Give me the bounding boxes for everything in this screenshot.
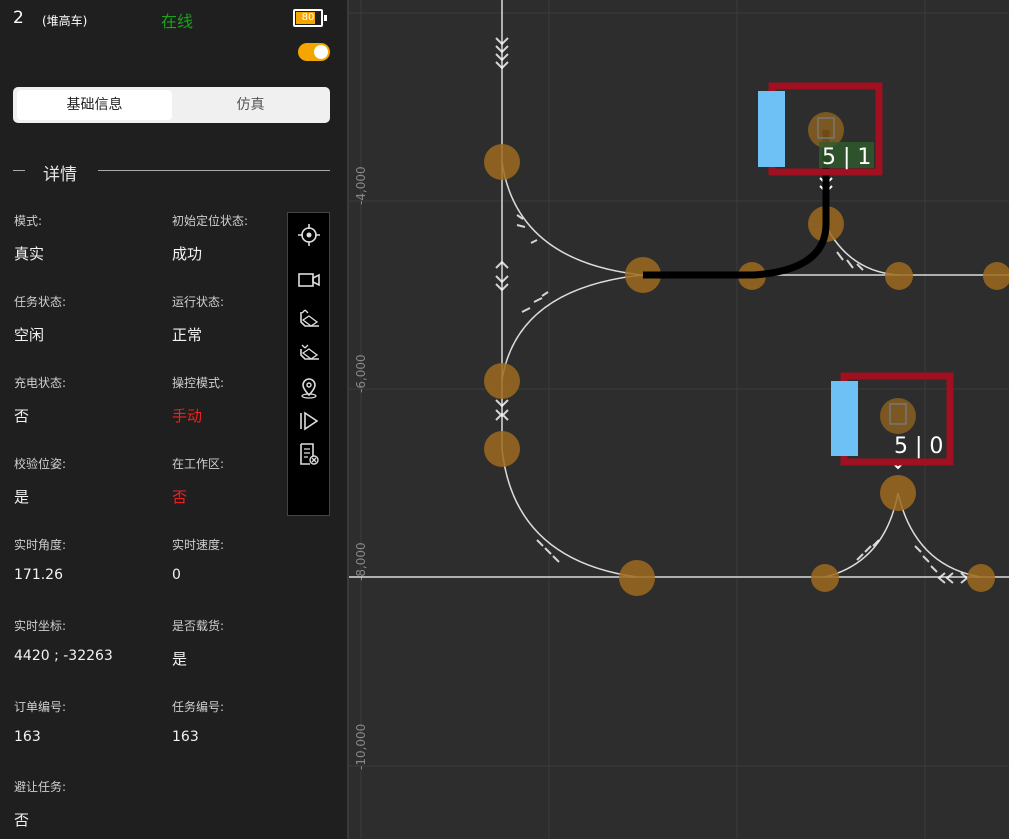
axis-tick-label: -6,000 (354, 354, 368, 393)
forklift-up-icon[interactable] (297, 308, 321, 332)
map-node (885, 262, 913, 290)
detail-label-avoid-task: 避让任务: (14, 780, 67, 794)
axis-tick-label: -8,000 (354, 542, 368, 581)
map-node (880, 475, 916, 511)
section-divider-right (98, 170, 330, 171)
detail-label-task-state: 任务状态: (14, 295, 67, 309)
path-curve (501, 274, 644, 381)
detail-label-init-locate: 初始定位状态: (172, 214, 249, 228)
axis-tick-label: -4,000 (354, 166, 368, 205)
vehicle-label: 5 | 1 (822, 145, 871, 170)
map-node (619, 560, 655, 596)
path-curve (501, 448, 638, 578)
direction-chevron (516, 214, 538, 244)
axis-tick-label: -10,000 (354, 724, 368, 770)
detail-value-charging: 否 (14, 407, 30, 425)
direction-chevron (856, 539, 880, 561)
play-step-icon[interactable] (297, 409, 321, 433)
map-node (484, 144, 520, 180)
detail-value-angle: 171.26 (14, 567, 63, 583)
detail-label-coords: 实时坐标: (14, 619, 67, 633)
detail-value-in-workzone: 否 (172, 488, 188, 506)
planned-route (643, 130, 830, 279)
map-node (983, 262, 1009, 290)
vehicle-label: 5 | 0 (894, 434, 943, 459)
map-toolbar (287, 212, 330, 516)
tab-basic-info[interactable]: 基础信息 (17, 90, 172, 120)
detail-value-run-state: 正常 (172, 326, 203, 344)
detail-label-angle: 实时角度: (14, 538, 67, 552)
detail-label-order-no: 订单编号: (14, 700, 67, 714)
vehicle-type: (堆高车) (42, 14, 88, 28)
detail-value-avoid-task: 否 (14, 811, 30, 829)
map-nodes (484, 144, 1009, 596)
vehicle-enable-toggle[interactable] (298, 43, 330, 61)
document-cancel-icon[interactable] (297, 442, 321, 466)
detail-label-control-mode: 操控模式: (172, 376, 225, 390)
detail-value-order-no: 163 (14, 729, 41, 745)
detail-label-run-state: 运行状态: (172, 295, 225, 309)
detail-value-coords: 4420 ; -32263 (14, 648, 113, 664)
section-title: 详情 (43, 165, 77, 185)
connection-status: 在线 (161, 12, 194, 31)
section-divider-left (13, 170, 25, 171)
map-node (484, 363, 520, 399)
battery-icon: 80 (293, 9, 327, 27)
detail-value-mode: 真实 (14, 245, 45, 263)
forklift-down-icon[interactable] (297, 341, 321, 365)
detail-value-verify-pose: 是 (14, 488, 30, 506)
detail-label-in-workzone: 在工作区: (172, 457, 225, 471)
direction-chevron (937, 572, 969, 584)
detail-label-verify-pose: 校验位姿: (14, 457, 67, 471)
battery-level-text: 80 (301, 12, 315, 23)
info-tabs: 基础信息 仿真 (13, 87, 330, 123)
detail-label-task-no: 任务编号: (172, 700, 225, 714)
vehicle-id: 2 (13, 8, 24, 28)
detail-value-speed: 0 (172, 567, 181, 583)
detail-label-speed: 实时速度: (172, 538, 225, 552)
vehicle-info-panel: 2 (堆高车) 在线 80 基础信息 仿真 详情 模式: 真实 初始定位状态: … (0, 0, 347, 839)
map-drawing: -4,000 -6,000 -8,000 -10,000 5 | 1 5 | 0 (349, 0, 1009, 839)
vehicle-side (831, 381, 858, 456)
detail-label-loaded: 是否载货: (172, 619, 225, 633)
tab-simulation[interactable]: 仿真 (173, 90, 328, 120)
locate-crosshair-icon[interactable] (297, 223, 321, 247)
toggle-knob (314, 45, 328, 59)
camera-icon[interactable] (297, 268, 321, 292)
vehicle-marker-1[interactable]: 5 | 1 (758, 82, 883, 176)
detail-value-task-no: 163 (172, 729, 199, 745)
detail-value-loaded: 是 (172, 650, 188, 668)
map-node (811, 564, 839, 592)
direction-chevron (836, 251, 864, 271)
detail-label-charging: 充电状态: (14, 376, 67, 390)
direction-chevron (536, 539, 560, 563)
map-pin-icon[interactable] (297, 376, 321, 400)
vehicle-side (758, 91, 785, 167)
battery-terminal (324, 15, 327, 21)
detail-value-init-locate: 成功 (172, 245, 203, 263)
map-node (967, 564, 995, 592)
detail-value-task-state: 空闲 (14, 326, 45, 344)
map-canvas[interactable]: -4,000 -6,000 -8,000 -10,000 5 | 1 5 | 0 (349, 0, 1009, 839)
detail-label-mode: 模式: (14, 214, 43, 228)
map-node (484, 431, 520, 467)
detail-value-control-mode: 手动 (172, 407, 203, 425)
